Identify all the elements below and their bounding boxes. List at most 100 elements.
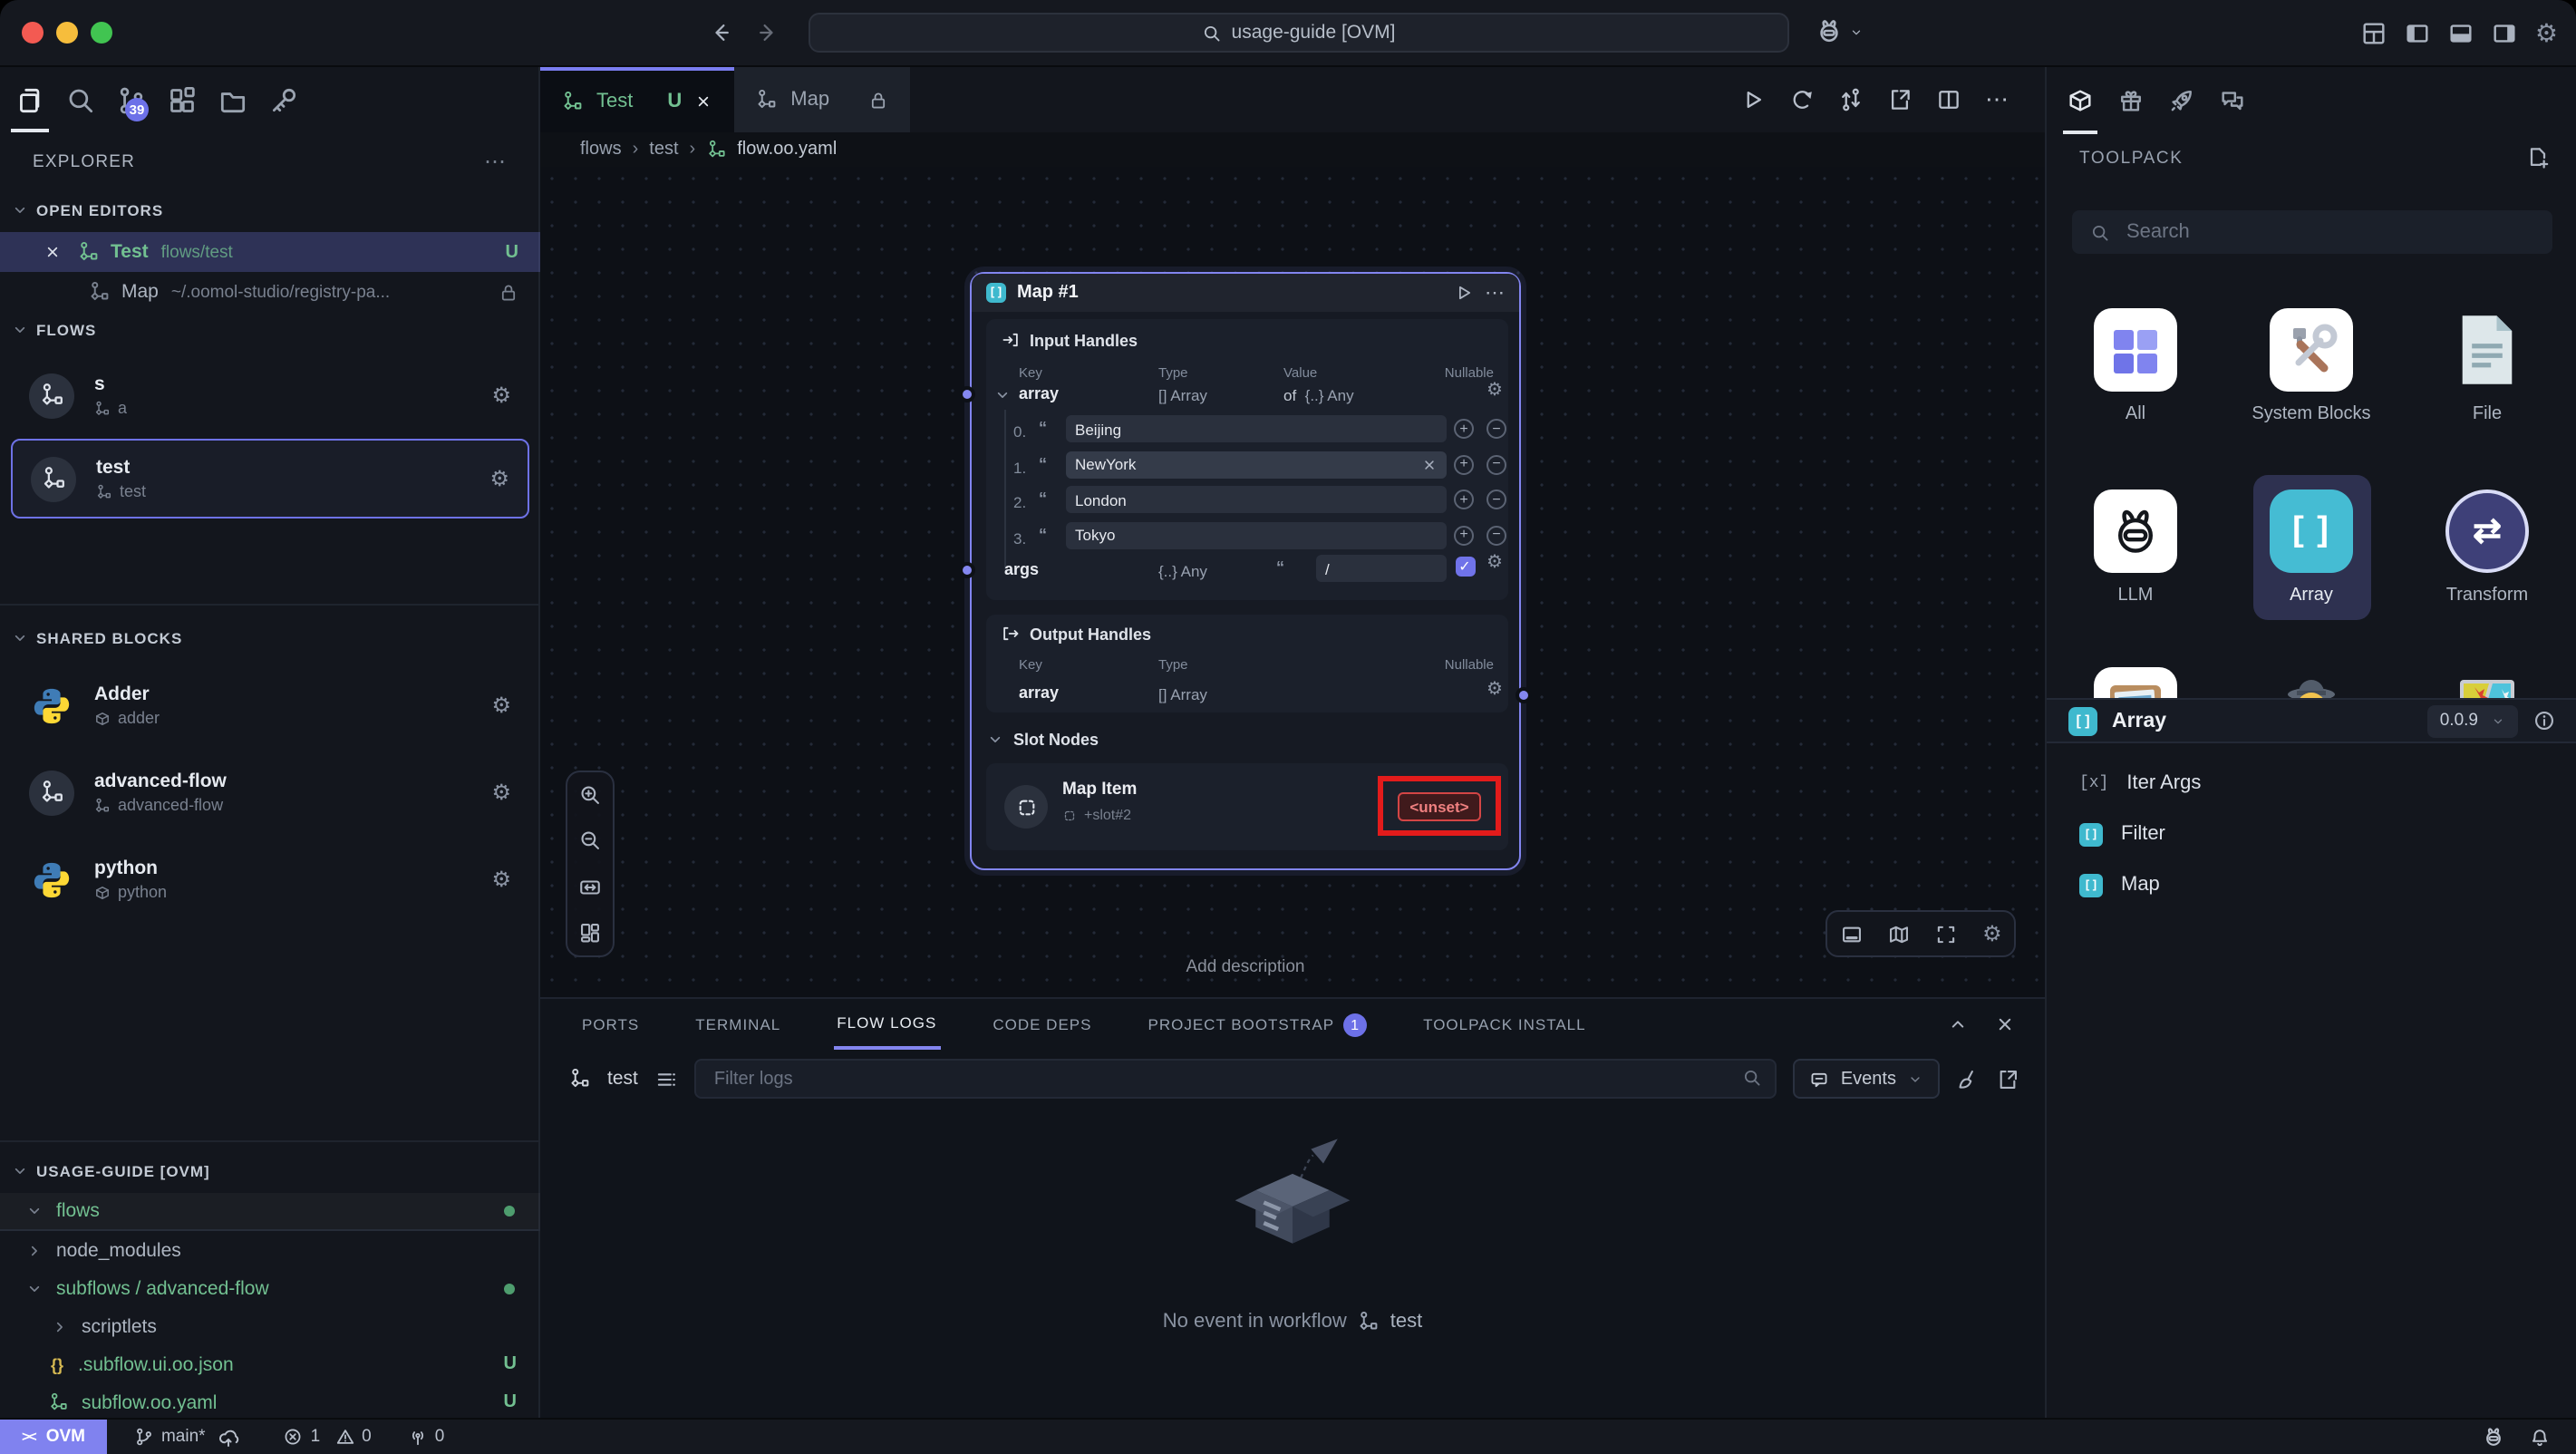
tile-scraper-icon[interactable] <box>2270 667 2353 698</box>
flow-item-s[interactable]: s a ⚙ <box>11 355 529 435</box>
problems-indicator[interactable]: 1 0 <box>271 1420 384 1454</box>
toggle-panel-icon[interactable] <box>1839 922 1863 945</box>
add-item-button[interactable]: + <box>1454 490 1474 509</box>
flow-canvas[interactable]: [ ] Map #1 ⋯ Input Handles Key Type Valu… <box>540 167 2045 997</box>
node-run-icon[interactable] <box>1454 283 1474 303</box>
block-map[interactable]: [ ] Map <box>2047 859 2576 910</box>
add-item-button[interactable]: + <box>1454 454 1474 474</box>
array-item-input[interactable]: London <box>1066 486 1447 513</box>
args-value-input[interactable]: / <box>1316 555 1447 582</box>
fit-width-icon[interactable] <box>578 875 602 898</box>
tile-label[interactable]: File <box>2404 402 2571 426</box>
log-list-icon[interactable] <box>654 1067 678 1090</box>
add-item-button[interactable]: + <box>1454 419 1474 439</box>
auto-layout-icon[interactable] <box>578 921 602 945</box>
activity-explorer-icon[interactable] <box>15 84 45 115</box>
tab-close-icon[interactable] <box>694 92 712 111</box>
flows-header[interactable]: FLOWS <box>11 312 96 348</box>
map-node[interactable]: [ ] Map #1 ⋯ Input Handles Key Type Valu… <box>970 272 1521 870</box>
split-editor-icon[interactable] <box>1936 87 1961 112</box>
tile-label[interactable]: All <box>2052 402 2219 426</box>
shared-blocks-header[interactable]: SHARED BLOCKS <box>11 620 182 656</box>
panel-tab-ports[interactable]: PORTS <box>578 999 643 1050</box>
block-settings-icon[interactable]: ⚙ <box>491 693 511 718</box>
tile-label[interactable]: System Blocks <box>2228 402 2395 426</box>
panel-tab-code-deps[interactable]: CODE DEPS <box>989 999 1095 1050</box>
activity-source-control-icon[interactable]: 39 <box>116 84 147 115</box>
string-type-icon[interactable]: “ <box>1039 454 1047 472</box>
mascot-menu-icon[interactable] <box>1815 16 1844 45</box>
breadcrumb-test[interactable]: test <box>649 140 678 160</box>
output-settings-icon[interactable]: ⚙ <box>1487 680 1503 700</box>
tile-all-icon[interactable] <box>2094 308 2177 392</box>
rerun-icon[interactable] <box>1789 87 1815 112</box>
block-settings-icon[interactable]: ⚙ <box>491 780 511 805</box>
tile-label[interactable]: LLM <box>2052 584 2219 607</box>
activity-extensions-icon[interactable] <box>167 84 198 115</box>
remote-indicator[interactable]: >< OVM <box>0 1420 107 1454</box>
toggle-bottom-panel-icon[interactable] <box>2448 20 2475 47</box>
array-collapse-icon[interactable] <box>993 386 1012 404</box>
string-type-icon[interactable]: “ <box>1039 525 1047 543</box>
node-more-icon[interactable]: ⋯ <box>1485 281 1505 305</box>
breadcrumb-flows[interactable]: flows <box>580 140 622 160</box>
block-settings-icon[interactable]: ⚙ <box>491 867 511 892</box>
block-iter-args[interactable]: [x] Iter Args <box>2047 758 2576 809</box>
add-item-button[interactable]: + <box>1454 525 1474 545</box>
open-file-icon[interactable] <box>1887 87 1913 112</box>
array-item-input[interactable]: Tokyo <box>1066 521 1447 548</box>
panel-tab-toolpack-install[interactable]: TOOLPACK INSTALL <box>1419 999 1589 1050</box>
tile-comic-icon[interactable] <box>2445 667 2529 698</box>
mascot-status-icon[interactable] <box>2482 1425 2505 1449</box>
close-window-button[interactable] <box>22 22 44 44</box>
open-editors-header[interactable]: OPEN EDITORS <box>11 192 163 228</box>
compare-icon[interactable] <box>1838 87 1864 112</box>
ports-indicator[interactable]: 0 <box>395 1420 458 1454</box>
input-handle-array[interactable] <box>959 385 975 402</box>
string-type-icon[interactable]: “ <box>1039 490 1047 508</box>
history-forward-icon[interactable] <box>756 20 781 45</box>
remove-item-button[interactable]: − <box>1487 419 1506 439</box>
filter-logs-input[interactable] <box>694 1059 1777 1099</box>
shared-block-python[interactable]: python python ⚙ <box>11 839 529 919</box>
project-section-header[interactable]: USAGE-GUIDE [OVM] <box>11 1153 210 1189</box>
tree-item-node-modules[interactable]: node_modules <box>0 1231 540 1269</box>
git-branch[interactable]: main* <box>121 1420 253 1454</box>
slot-collapse-icon[interactable] <box>986 731 1004 749</box>
array-item-input[interactable]: Beijing <box>1066 415 1447 442</box>
command-center-search[interactable]: usage-guide [OVM] <box>809 13 1789 53</box>
tree-item-scriptlets[interactable]: scriptlets <box>0 1307 540 1345</box>
minimap-icon[interactable] <box>1887 922 1911 945</box>
canvas-settings-icon[interactable]: ⚙ <box>1982 921 2002 946</box>
array-item-input-focused[interactable]: NewYork <box>1066 451 1447 478</box>
fit-view-icon[interactable] <box>1934 922 1958 945</box>
tile-transform-icon[interactable]: ⇄ <box>2445 490 2529 573</box>
clear-value-icon[interactable] <box>1421 456 1438 472</box>
zoom-out-icon[interactable] <box>578 829 602 853</box>
version-dropdown[interactable]: 0.0.9 <box>2427 704 2518 737</box>
add-description[interactable]: Add description <box>970 957 1521 977</box>
slot-unset-value[interactable]: <unset> <box>1397 791 1481 820</box>
panel-tab-terminal[interactable]: TERMINAL <box>692 999 784 1050</box>
string-type-icon[interactable]: “ <box>1276 558 1284 577</box>
tree-item-subflow-yaml[interactable]: subflow.oo.yaml U <box>0 1383 540 1421</box>
toggle-left-sidebar-icon[interactable] <box>2405 20 2432 47</box>
tile-label[interactable]: Transform <box>2404 584 2571 607</box>
tile-llm-icon[interactable] <box>2094 490 2177 573</box>
clear-logs-icon[interactable] <box>1956 1067 1980 1090</box>
flow-settings-icon[interactable]: ⚙ <box>491 383 511 408</box>
flow-item-test[interactable]: test test ⚙ <box>11 439 529 519</box>
close-editor-icon[interactable] <box>44 243 62 261</box>
tree-item-subflows[interactable]: subflows / advanced-flow <box>0 1269 540 1307</box>
output-handle-array[interactable] <box>1516 686 1532 703</box>
block-filter[interactable]: [ ] Filter <box>2047 809 2576 859</box>
tab-test[interactable]: Test U <box>540 67 734 132</box>
tile-image-icon[interactable] <box>2094 667 2177 698</box>
remove-item-button[interactable]: − <box>1487 490 1506 509</box>
panel-maximize-icon[interactable] <box>1947 1013 1969 1035</box>
shared-block-advanced-flow[interactable]: advanced-flow advanced-flow ⚙ <box>11 752 529 832</box>
tile-file-icon[interactable] <box>2445 308 2529 392</box>
editor-more-icon[interactable]: ⋯ <box>1985 85 2009 114</box>
events-dropdown[interactable]: Events <box>1794 1059 1940 1099</box>
args-settings-icon[interactable]: ⚙ <box>1487 553 1503 573</box>
